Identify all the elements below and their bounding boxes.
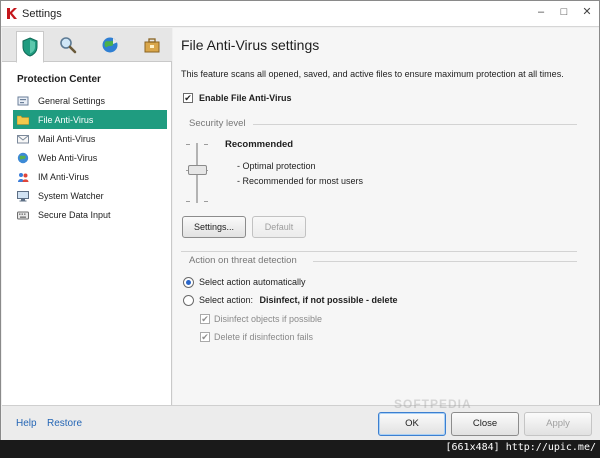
feature-description: This feature scans all opened, saved, an… xyxy=(181,69,564,79)
sidebar-item-im-anti-virus[interactable]: IM Anti-Virus xyxy=(13,167,167,186)
bottom-bar: Help Restore OK Close Apply xyxy=(2,405,600,441)
image-host-footer: [661x484] http://upic.me/ xyxy=(0,440,600,458)
slider-tick xyxy=(204,144,208,145)
slider-tick xyxy=(186,201,190,202)
select-action-row[interactable]: Select action: Disinfect, if not possibl… xyxy=(199,295,398,305)
close-window-button[interactable]: ✕ xyxy=(576,4,598,20)
sidebar-item-system-watcher[interactable]: System Watcher xyxy=(13,186,167,205)
softpedia-watermark: SOFTPEDIA xyxy=(394,397,472,411)
select-action-automatically-label[interactable]: Select action automatically xyxy=(199,277,306,287)
main-panel: File Anti-Virus settings This feature sc… xyxy=(173,28,599,405)
category-tabs xyxy=(2,28,172,63)
action-divider xyxy=(313,261,577,262)
disinfect-objects-label: Disinfect objects if possible xyxy=(214,314,323,324)
mail-icon xyxy=(17,134,29,143)
keyboard-icon xyxy=(17,211,29,219)
security-level-name: Recommended xyxy=(225,139,294,150)
disinfect-objects-checkbox[interactable]: ✔ xyxy=(200,314,210,324)
protection-center-title: Protection Center xyxy=(17,74,101,85)
selected-action-value: Disinfect, if not possible - delete xyxy=(259,295,398,305)
general-settings-icon xyxy=(17,96,29,105)
security-level-group-label: Security level xyxy=(189,118,246,129)
globe-icon xyxy=(17,152,29,163)
help-link[interactable]: Help xyxy=(16,418,37,429)
security-level-slider-thumb[interactable] xyxy=(188,165,207,175)
sidebar-item-mail-anti-virus[interactable]: Mail Anti-Virus xyxy=(13,129,167,148)
sidebar-item-label: Mail Anti-Virus xyxy=(38,133,96,144)
apply-button[interactable]: Apply xyxy=(524,412,592,436)
shield-icon xyxy=(22,37,38,57)
select-action-radio[interactable] xyxy=(183,295,194,306)
section-divider xyxy=(181,251,577,252)
sidebar-item-web-anti-virus[interactable]: Web Anti-Virus xyxy=(13,148,167,167)
sidebar-item-label: Web Anti-Virus xyxy=(38,152,98,163)
monitor-icon xyxy=(17,190,29,201)
delete-if-fails-label: Delete if disinfection fails xyxy=(214,332,314,342)
action-group-label: Action on threat detection xyxy=(189,255,297,266)
security-level-detail: - Optimal protection xyxy=(237,161,316,171)
maximize-button[interactable]: □ xyxy=(553,4,575,20)
select-action-automatically-radio[interactable] xyxy=(183,277,194,288)
slider-tick xyxy=(204,201,208,202)
tab-scan[interactable] xyxy=(54,31,82,59)
select-action-label: Select action: xyxy=(199,295,254,305)
sidebar-item-label: System Watcher xyxy=(38,190,104,201)
kaspersky-logo-icon xyxy=(7,8,17,19)
folder-icon xyxy=(17,115,29,125)
delete-if-fails-checkbox[interactable]: ✔ xyxy=(200,332,210,342)
minimize-button[interactable]: – xyxy=(530,4,552,20)
tab-tools[interactable] xyxy=(138,31,166,59)
toolbox-icon xyxy=(144,38,160,53)
sidebar-item-secure-data-input[interactable]: Secure Data Input xyxy=(13,205,167,224)
restore-link[interactable]: Restore xyxy=(47,418,82,429)
enable-file-anti-virus-checkbox[interactable]: ✔ xyxy=(183,93,193,103)
security-level-detail: - Recommended for most users xyxy=(237,176,364,186)
tab-update[interactable] xyxy=(96,31,124,59)
sidebar-item-file-anti-virus[interactable]: File Anti-Virus xyxy=(13,110,167,129)
close-button[interactable]: Close xyxy=(451,412,519,436)
slider-tick xyxy=(186,144,190,145)
title-bar: Settings – □ ✕ xyxy=(1,1,599,27)
sidebar-item-general-settings[interactable]: General Settings xyxy=(13,91,167,110)
sidebar-item-label: IM Anti-Virus xyxy=(38,171,89,182)
sidebar: Protection Center General Settings File … xyxy=(2,28,172,405)
settings-button[interactable]: Settings... xyxy=(182,216,246,238)
ok-button[interactable]: OK xyxy=(378,412,446,436)
sidebar-item-label: File Anti-Virus xyxy=(38,114,94,125)
window-title: Settings xyxy=(22,8,62,20)
security-level-divider xyxy=(253,124,577,125)
chat-icon xyxy=(18,172,29,182)
default-button[interactable]: Default xyxy=(252,216,306,238)
tab-protection[interactable] xyxy=(16,31,44,63)
sidebar-nav: General Settings File Anti-Virus Mail An… xyxy=(13,91,167,224)
image-host-footer-text: [661x484] http://upic.me/ xyxy=(445,442,596,453)
sidebar-item-label: General Settings xyxy=(38,95,106,106)
magnifier-icon xyxy=(60,37,77,54)
page-title: File Anti-Virus settings xyxy=(181,37,320,53)
settings-window: Settings – □ ✕ Protection Center General… xyxy=(0,0,600,458)
sidebar-item-label: Secure Data Input xyxy=(38,209,111,220)
enable-file-anti-virus-label[interactable]: Enable File Anti-Virus xyxy=(199,93,292,103)
globe-update-icon xyxy=(102,37,118,53)
